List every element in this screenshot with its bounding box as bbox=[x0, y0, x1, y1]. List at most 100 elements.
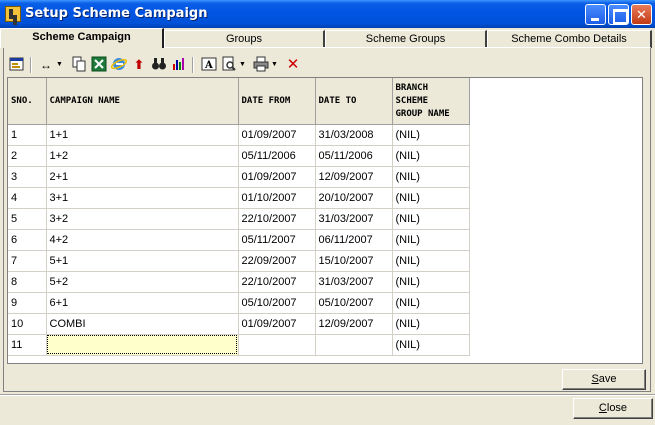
cell-branch-scheme-group-name[interactable]: (NIL) bbox=[392, 334, 470, 356]
cell-date-from[interactable]: 05/11/2006 bbox=[238, 145, 316, 167]
toolbar-separator bbox=[192, 57, 194, 73]
close-window-button[interactable]: ✕ bbox=[631, 4, 652, 25]
save-button[interactable]: Save bbox=[562, 369, 646, 390]
cell-campaign-name[interactable]: 2+1 bbox=[46, 166, 239, 188]
cell-date-to[interactable]: 31/03/2007 bbox=[315, 208, 393, 230]
table-row[interactable]: 11 (NIL) bbox=[8, 334, 470, 356]
cell-campaign-name[interactable]: 1+2 bbox=[46, 145, 239, 167]
table-row[interactable]: 7 5+1 22/09/2007 15/10/2007 (NIL) bbox=[8, 250, 470, 272]
app-icon bbox=[5, 6, 21, 22]
cell-sno[interactable]: 5 bbox=[8, 208, 47, 230]
cell-sno[interactable]: 10 bbox=[8, 313, 47, 335]
cell-campaign-name[interactable]: COMBI bbox=[46, 313, 239, 335]
cell-date-to[interactable]: 15/10/2007 bbox=[315, 250, 393, 272]
print-preview-dropdown-icon[interactable]: ▼ bbox=[239, 56, 246, 74]
table-row[interactable]: 1 1+1 01/09/2007 31/03/2008 (NIL) bbox=[8, 124, 470, 146]
excel-icon[interactable] bbox=[90, 56, 108, 74]
cell-sno[interactable]: 2 bbox=[8, 145, 47, 167]
tab-scheme-combo-details[interactable]: Scheme Combo Details bbox=[487, 30, 652, 48]
cell-date-from[interactable]: 22/10/2007 bbox=[238, 271, 316, 293]
binoculars-icon[interactable] bbox=[150, 56, 168, 74]
cell-campaign-name[interactable]: 3+2 bbox=[46, 208, 239, 230]
cell-date-to[interactable]: 06/11/2007 bbox=[315, 229, 393, 251]
cell-date-to[interactable]: 31/03/2008 bbox=[315, 124, 393, 146]
close-button[interactable]: Close bbox=[573, 398, 653, 419]
cell-sno[interactable]: 9 bbox=[8, 292, 47, 314]
cell-sno[interactable]: 11 bbox=[8, 334, 47, 356]
table-row[interactable]: 4 3+1 01/10/2007 20/10/2007 (NIL) bbox=[8, 187, 470, 209]
cell-branch-scheme-group-name[interactable]: (NIL) bbox=[392, 145, 470, 167]
column-width-dropdown-icon[interactable]: ▼ bbox=[56, 56, 63, 74]
minimize-button[interactable] bbox=[585, 4, 606, 25]
cell-campaign-name[interactable]: 3+1 bbox=[46, 187, 239, 209]
header-date-from[interactable]: DATE FROM bbox=[238, 78, 316, 125]
cell-campaign-name[interactable]: 5+1 bbox=[46, 250, 239, 272]
cell-sno[interactable]: 3 bbox=[8, 166, 47, 188]
chart-icon[interactable] bbox=[170, 56, 188, 74]
cell-branch-scheme-group-name[interactable]: (NIL) bbox=[392, 271, 470, 293]
table-row[interactable]: 5 3+2 22/10/2007 31/03/2007 (NIL) bbox=[8, 208, 470, 230]
cell-date-to[interactable]: 20/10/2007 bbox=[315, 187, 393, 209]
tab-scheme-campaign[interactable]: Scheme Campaign bbox=[0, 28, 164, 48]
header-branch-scheme-group-name[interactable]: BRANCH SCHEME GROUP NAME bbox=[392, 78, 470, 125]
maximize-button[interactable] bbox=[608, 4, 629, 25]
table-row[interactable]: 8 5+2 22/10/2007 31/03/2007 (NIL) bbox=[8, 271, 470, 293]
cell-sno[interactable]: 8 bbox=[8, 271, 47, 293]
cell-branch-scheme-group-name[interactable]: (NIL) bbox=[392, 166, 470, 188]
internet-explorer-icon[interactable] bbox=[110, 56, 128, 74]
cell-date-to[interactable] bbox=[315, 334, 393, 356]
cell-campaign-name[interactable] bbox=[46, 334, 239, 356]
printer-icon[interactable] bbox=[252, 56, 270, 74]
cell-date-from[interactable]: 01/09/2007 bbox=[238, 166, 316, 188]
cell-branch-scheme-group-name[interactable]: (NIL) bbox=[392, 250, 470, 272]
form-icon[interactable] bbox=[8, 56, 26, 74]
printer-dropdown-icon[interactable]: ▼ bbox=[271, 56, 278, 74]
cell-date-from[interactable]: 01/10/2007 bbox=[238, 187, 316, 209]
table-row[interactable]: 6 4+2 05/11/2007 06/11/2007 (NIL) bbox=[8, 229, 470, 251]
cell-campaign-name[interactable]: 5+2 bbox=[46, 271, 239, 293]
font-icon[interactable]: A bbox=[200, 56, 218, 74]
header-campaign-name[interactable]: CAMPAIGN NAME bbox=[46, 78, 239, 125]
cell-sno[interactable]: 1 bbox=[8, 124, 47, 146]
tab-groups[interactable]: Groups bbox=[164, 30, 325, 48]
table-row[interactable]: 10 COMBI 01/09/2007 12/09/2007 (NIL) bbox=[8, 313, 470, 335]
cell-branch-scheme-group-name[interactable]: (NIL) bbox=[392, 208, 470, 230]
column-width-icon[interactable]: ↔ bbox=[37, 56, 55, 74]
cell-date-to[interactable]: 12/09/2007 bbox=[315, 313, 393, 335]
cell-date-to[interactable]: 12/09/2007 bbox=[315, 166, 393, 188]
delete-icon[interactable]: ✕ bbox=[284, 56, 302, 74]
cell-sno[interactable]: 7 bbox=[8, 250, 47, 272]
copy-icon[interactable] bbox=[70, 56, 88, 74]
table-row[interactable]: 3 2+1 01/09/2007 12/09/2007 (NIL) bbox=[8, 166, 470, 188]
up-arrow-icon[interactable]: ⬆ bbox=[130, 56, 148, 74]
cell-branch-scheme-group-name[interactable]: (NIL) bbox=[392, 187, 470, 209]
cell-date-to[interactable]: 05/10/2007 bbox=[315, 292, 393, 314]
cell-date-from[interactable]: 01/09/2007 bbox=[238, 124, 316, 146]
header-sno[interactable]: SNO. bbox=[8, 78, 47, 125]
cell-branch-scheme-group-name[interactable]: (NIL) bbox=[392, 292, 470, 314]
cell-date-from[interactable]: 22/10/2007 bbox=[238, 208, 316, 230]
title-bar[interactable]: Setup Scheme Campaign ✕ bbox=[0, 0, 655, 28]
cell-date-to[interactable]: 31/03/2007 bbox=[315, 271, 393, 293]
cell-date-from[interactable]: 01/09/2007 bbox=[238, 313, 316, 335]
cell-branch-scheme-group-name[interactable]: (NIL) bbox=[392, 313, 470, 335]
cell-campaign-name[interactable]: 4+2 bbox=[46, 229, 239, 251]
header-date-to[interactable]: DATE TO bbox=[315, 78, 393, 125]
tab-scheme-groups[interactable]: Scheme Groups bbox=[325, 30, 487, 48]
cell-date-from[interactable]: 05/11/2007 bbox=[238, 229, 316, 251]
cell-date-from[interactable]: 05/10/2007 bbox=[238, 292, 316, 314]
table-row[interactable]: 2 1+2 05/11/2006 05/11/2006 (NIL) bbox=[8, 145, 470, 167]
cell-branch-scheme-group-name[interactable]: (NIL) bbox=[392, 229, 470, 251]
table-row[interactable]: 9 6+1 05/10/2007 05/10/2007 (NIL) bbox=[8, 292, 470, 314]
cell-date-to[interactable]: 05/11/2006 bbox=[315, 145, 393, 167]
cell-sno[interactable]: 6 bbox=[8, 229, 47, 251]
cell-date-from[interactable] bbox=[238, 334, 316, 356]
print-preview-icon[interactable] bbox=[220, 56, 238, 74]
cell-campaign-name[interactable]: 1+1 bbox=[46, 124, 239, 146]
cell-campaign-name[interactable]: 6+1 bbox=[46, 292, 239, 314]
cell-sno[interactable]: 4 bbox=[8, 187, 47, 209]
close-hotkey: C bbox=[598, 402, 607, 414]
cell-date-from[interactable]: 22/09/2007 bbox=[238, 250, 316, 272]
campaign-grid[interactable]: SNO. CAMPAIGN NAME DATE FROM DATE TO BRA… bbox=[7, 77, 643, 364]
cell-branch-scheme-group-name[interactable]: (NIL) bbox=[392, 124, 470, 146]
